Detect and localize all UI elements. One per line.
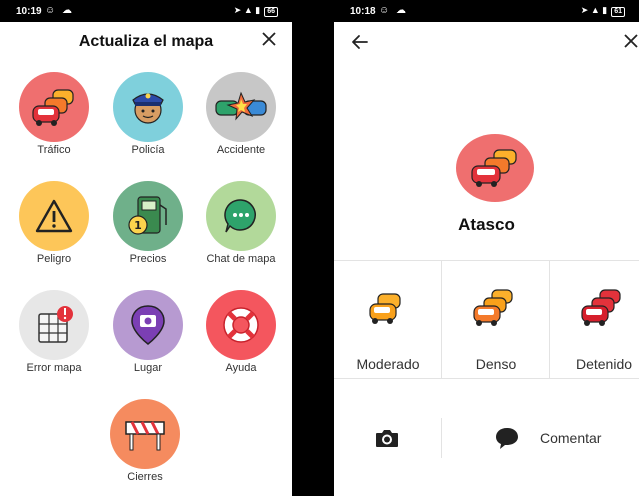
update-map-panel: 10:19 ☺ ☁ ➤ ▲ ▮ 66 Actualiza el mapa Tráf… [0, 0, 292, 496]
camera-icon[interactable] [374, 428, 400, 448]
notification-icons: ☺ ☁ [45, 5, 74, 16]
fuel-price-icon: 1 [128, 196, 167, 235]
tile-label: Policía [131, 144, 165, 156]
option-dense[interactable]: Denso [442, 262, 550, 378]
chat-bubble-icon [224, 199, 256, 233]
tile-map-chat[interactable]: Chat de mapa [196, 181, 286, 265]
place-pin-icon [131, 305, 165, 345]
map-error-icon [38, 306, 73, 343]
lifebuoy-icon [223, 307, 259, 343]
tile-label: Cierres [127, 471, 163, 483]
warning-icon [35, 199, 73, 233]
help-circle [206, 290, 276, 360]
tile-label: Precios [129, 253, 167, 265]
tile-label: Accidente [216, 144, 266, 156]
close-icon[interactable] [260, 30, 278, 48]
tile-map-error[interactable]: Error mapa [9, 290, 99, 374]
tile-place[interactable]: Lugar [103, 290, 193, 374]
tile-closures[interactable]: Cierres [100, 399, 190, 483]
option-label: Denso [475, 356, 517, 372]
map-chat-circle [206, 181, 276, 251]
svg-text:1: 1 [134, 219, 142, 232]
danger-circle [19, 181, 89, 251]
divider [334, 378, 639, 379]
status-right-icons: ➤ ▲ ▮ 61 [581, 5, 625, 17]
status-bar: 10:18 ☺ ☁ ➤ ▲ ▮ 61 [334, 0, 639, 22]
status-time: 10:18 [350, 6, 376, 17]
police-circle [113, 72, 183, 142]
traffic-cars-icon [32, 89, 74, 126]
battery-icon: 61 [611, 7, 625, 17]
status-bar: 10:19 ☺ ☁ ➤ ▲ ▮ 66 [0, 0, 292, 22]
place-circle [113, 290, 183, 360]
divider [334, 260, 639, 261]
tile-police[interactable]: Policía [103, 72, 193, 156]
status-right-icons: ➤ ▲ ▮ 66 [234, 5, 278, 17]
close-icon[interactable] [622, 32, 639, 50]
tile-accident[interactable]: Accidente [196, 72, 286, 156]
battery-icon: 66 [264, 7, 278, 17]
notification-icons: ☺ ☁ [379, 5, 408, 16]
tile-label: Ayuda [225, 362, 257, 374]
closures-circle [110, 399, 180, 469]
police-icon [132, 93, 164, 124]
back-arrow-icon[interactable] [350, 32, 370, 52]
map-error-circle [19, 290, 89, 360]
tile-prices[interactable]: 1 Precios [103, 181, 193, 265]
tile-label: Tráfico [37, 144, 71, 156]
report-title: Atasco [458, 215, 515, 234]
tile-label: Chat de mapa [206, 253, 276, 265]
road-closure-icon [125, 421, 165, 451]
tile-label: Error mapa [26, 362, 82, 374]
traffic-moderate-icon [369, 293, 401, 324]
accident-icon [215, 91, 267, 121]
option-label: Moderado [356, 356, 420, 372]
tile-danger[interactable]: Peligro [9, 181, 99, 265]
traffic-stopped-icon [581, 289, 621, 326]
tile-help[interactable]: Ayuda [196, 290, 286, 374]
option-moderate[interactable]: Moderado [334, 262, 442, 378]
divider [441, 418, 442, 458]
tile-label: Lugar [133, 362, 163, 374]
chat-bubble-icon [496, 428, 518, 449]
prices-circle: 1 [113, 181, 183, 251]
accident-circle [206, 72, 276, 142]
traffic-jam-panel: 10:18 ☺ ☁ ➤ ▲ ▮ 61 Atasco Moderado Denso… [334, 0, 639, 496]
tile-traffic[interactable]: Tráfico [9, 72, 99, 156]
status-time: 10:19 [16, 6, 42, 17]
tile-label: Peligro [36, 253, 72, 265]
comment-label: Comentar [540, 430, 602, 446]
option-label: Detenido [575, 356, 633, 372]
traffic-dense-icon [473, 289, 513, 326]
page-title: Actualiza el mapa [78, 33, 214, 50]
traffic-jam-circle [456, 134, 534, 202]
option-stopped[interactable]: Detenido [550, 262, 639, 378]
comment-button[interactable]: Comentar [492, 422, 632, 454]
traffic-cars-icon [471, 149, 517, 187]
traffic-circle [19, 72, 89, 142]
